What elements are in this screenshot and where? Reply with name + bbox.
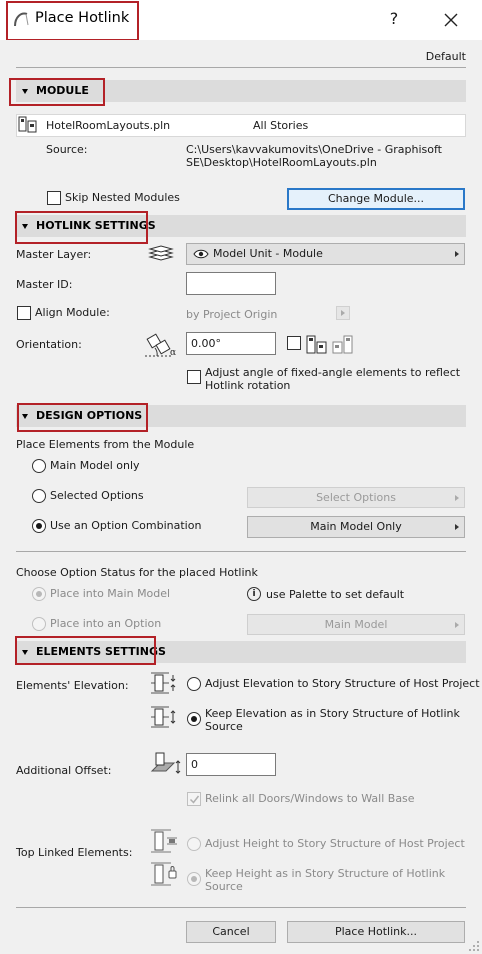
status-dropdown: Main Model — [247, 614, 465, 635]
title-highlight — [6, 1, 139, 41]
align-by-label: by Project Origin — [186, 308, 278, 321]
dropdown-arrow-icon — [455, 524, 459, 530]
radio-place-option-label: Place into an Option — [50, 617, 162, 630]
offset-icon — [150, 752, 181, 774]
relink-checkbox[interactable] — [187, 792, 201, 806]
skip-nested-label: Skip Nested Modules — [65, 191, 180, 204]
radio-keep-height[interactable] — [187, 872, 201, 886]
master-id-label: Master ID: — [16, 278, 73, 291]
radio-main-model-only[interactable] — [32, 459, 46, 473]
help-button[interactable]: ? — [382, 8, 406, 32]
module-file-name: HotelRoomLayouts.pln — [46, 119, 171, 132]
additional-offset-input[interactable]: 0 — [186, 753, 276, 776]
adjust-angle-checkbox[interactable] — [187, 370, 201, 384]
radio-selected-dot — [191, 716, 197, 722]
design-options-highlight — [17, 403, 148, 432]
keep-elevation-label-line1: Keep Elevation as in Story Structure of … — [205, 707, 460, 720]
radio-option-combination-label: Use an Option Combination — [50, 519, 202, 532]
select-options-button: Select Options — [247, 487, 465, 508]
select-options-label: Select Options — [316, 491, 396, 504]
keep-height-label-line1: Keep Height as in Story Structure of Hot… — [205, 867, 446, 880]
radio-place-main-model-label: Place into Main Model — [50, 587, 171, 600]
elevation-label: Elements' Elevation: — [16, 679, 129, 692]
hotlink-settings-highlight — [15, 211, 148, 244]
module-highlight — [9, 78, 105, 106]
option-combination-value: Main Model Only — [310, 520, 402, 533]
layers-icon — [148, 245, 174, 261]
align-module-label: Align Module: — [35, 306, 110, 319]
radio-selected-dot — [36, 591, 42, 597]
mirror-normal-icon — [306, 335, 327, 354]
radio-selected-options[interactable] — [32, 489, 46, 503]
radio-selected-options-label: Selected Options — [50, 489, 144, 502]
align-module-checkbox[interactable] — [17, 306, 31, 320]
source-path-line2: SE\Desktop\HotelRoomLayouts.pln — [186, 156, 377, 169]
additional-offset-label: Additional Offset: — [16, 764, 112, 777]
skip-nested-checkbox[interactable] — [47, 191, 61, 205]
place-elements-label: Place Elements from the Module — [16, 438, 195, 451]
choose-status-label: Choose Option Status for the placed Hotl… — [16, 566, 258, 579]
divider — [16, 907, 466, 908]
palette-hint: use Palette to set default — [266, 588, 405, 601]
resize-grip-icon[interactable] — [468, 940, 480, 952]
radio-selected-dot — [191, 876, 197, 882]
align-options-button[interactable] — [336, 306, 350, 320]
checkmark-icon — [189, 795, 200, 804]
source-path-line1: C:\Users\kavvakumovits\OneDrive - Graphi… — [186, 143, 442, 156]
dropdown-arrow-icon — [455, 495, 459, 501]
info-icon: i — [247, 587, 261, 601]
relink-label: Relink all Doors/Windows to Wall Base — [205, 792, 415, 805]
default-label: Default — [425, 50, 466, 63]
dropdown-arrow-icon — [455, 622, 459, 628]
close-icon[interactable] — [438, 7, 464, 33]
source-label: Source: — [46, 143, 88, 156]
keep-elevation-icon — [151, 706, 176, 728]
divider — [16, 67, 466, 68]
master-layer-value: Model Unit - Module — [213, 247, 323, 260]
elements-settings-highlight — [15, 636, 156, 665]
adjust-height-icon — [151, 829, 177, 853]
change-module-button[interactable]: Change Module... — [287, 188, 465, 210]
adjust-angle-label-line1: Adjust angle of fixed-angle elements to … — [205, 366, 461, 379]
radio-selected-dot — [36, 523, 42, 529]
master-layer-dropdown[interactable]: Model Unit - Module — [186, 243, 465, 265]
radio-place-main-model[interactable] — [32, 587, 46, 601]
radio-place-option[interactable] — [32, 617, 46, 631]
keep-height-icon — [151, 862, 177, 886]
radio-keep-elevation[interactable] — [187, 712, 201, 726]
orientation-label: Orientation: — [16, 338, 82, 351]
arrow-right-icon — [341, 310, 345, 316]
divider — [16, 551, 466, 552]
radio-adjust-height[interactable] — [187, 837, 201, 851]
orientation-input[interactable]: 0.00° — [186, 332, 276, 355]
dropdown-arrow-icon — [455, 251, 459, 257]
adjust-elevation-label: Adjust Elevation to Story Structure of H… — [205, 677, 480, 690]
eye-icon — [193, 249, 209, 259]
svg-text:α: α — [170, 348, 176, 358]
adjust-angle-label-line2: Hotlink rotation — [205, 379, 291, 392]
keep-elevation-label-line2: Source — [205, 720, 243, 733]
module-stories: All Stories — [253, 119, 309, 132]
master-id-input[interactable] — [186, 272, 276, 295]
place-hotlink-button[interactable]: Place Hotlink... — [287, 921, 465, 943]
radio-option-combination[interactable] — [32, 519, 46, 533]
radio-main-model-only-label: Main Model only — [50, 459, 140, 472]
option-combination-dropdown[interactable]: Main Model Only — [247, 516, 465, 538]
radio-adjust-elevation[interactable] — [187, 677, 201, 691]
adjust-height-label: Adjust Height to Story Structure of Host… — [205, 837, 465, 850]
mirror-flipped-icon — [332, 335, 353, 354]
status-dropdown-value: Main Model — [324, 618, 388, 631]
module-file-icon — [18, 116, 37, 133]
adjust-elevation-icon — [151, 672, 176, 694]
keep-height-label-line2: Source — [205, 880, 243, 893]
top-linked-label: Top Linked Elements: — [16, 846, 133, 859]
mirror-checkbox[interactable] — [287, 336, 301, 350]
cancel-button[interactable]: Cancel — [186, 921, 276, 943]
orientation-angle-icon: α — [145, 333, 176, 358]
master-layer-label: Master Layer: — [16, 248, 92, 261]
